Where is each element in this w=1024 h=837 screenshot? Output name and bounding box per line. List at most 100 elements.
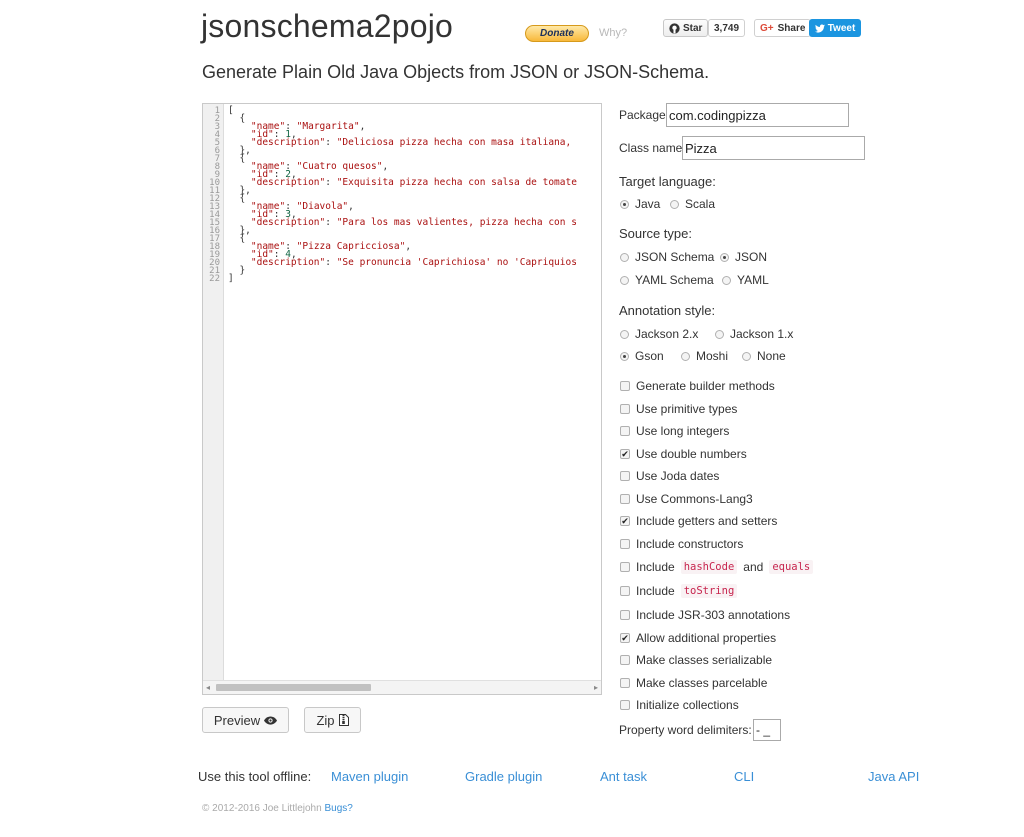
checkbox[interactable]: [620, 381, 630, 391]
checkbox[interactable]: [620, 610, 630, 620]
maven-plugin-link[interactable]: Maven plugin: [331, 769, 408, 784]
option-checkbox-row[interactable]: Make classes serializable: [620, 653, 772, 667]
code-line: },: [228, 145, 251, 156]
option-checkbox-row[interactable]: Include toString: [620, 584, 738, 598]
checkbox[interactable]: [620, 471, 630, 481]
checkbox-checked[interactable]: ✔: [620, 449, 630, 459]
radio-scala[interactable]: Scala: [670, 197, 715, 211]
cli-link[interactable]: CLI: [734, 769, 754, 784]
checkbox-checked[interactable]: ✔: [620, 516, 630, 526]
option-checkbox-row[interactable]: Include hashCode and equals: [620, 560, 814, 574]
github-icon: [669, 22, 680, 34]
option-checkbox-row[interactable]: Initialize collections: [620, 698, 739, 712]
option-checkbox-row[interactable]: ✔ Use double numbers: [620, 447, 747, 461]
google-plus-icon: G+: [760, 22, 774, 34]
checkbox[interactable]: [620, 539, 630, 549]
line-number: 6: [214, 146, 220, 156]
checkbox[interactable]: [620, 586, 630, 596]
radio-gson[interactable]: Gson: [620, 349, 664, 363]
checkbox-label: Use primitive types: [636, 402, 738, 416]
radio-java[interactable]: Java: [620, 197, 660, 211]
option-checkbox-row[interactable]: Use Joda dates: [620, 469, 719, 483]
radio-indicator[interactable]: [720, 252, 729, 262]
radio-yaml[interactable]: YAML: [722, 273, 769, 287]
zip-button[interactable]: Zip: [304, 707, 361, 733]
line-number: 2: [214, 114, 220, 124]
checkbox-label: Use Joda dates: [636, 469, 720, 483]
json-editor[interactable]: 1 2 3 4 5 6 7 8 9 10 11 12 13 14 15 16 17 18 19 20 21 22 [ { …: [202, 103, 602, 695]
preview-button[interactable]: Preview: [202, 707, 289, 733]
checkbox[interactable]: [620, 404, 630, 414]
radio-indicator[interactable]: [722, 275, 731, 285]
checkbox-label: Use double numbers: [636, 447, 747, 461]
radio-json[interactable]: JSON: [720, 250, 767, 264]
option-checkbox-row[interactable]: ✔ Allow additional properties: [620, 631, 776, 645]
page-title: jsonschema2pojo: [201, 8, 454, 44]
scrollbar-thumb[interactable]: [216, 684, 371, 691]
option-checkbox-row[interactable]: Generate builder methods: [620, 379, 775, 393]
checkbox-label: Make classes parcelable: [636, 676, 768, 690]
checkbox[interactable]: [620, 655, 630, 665]
radio-indicator[interactable]: [620, 329, 629, 339]
checkbox[interactable]: [620, 494, 630, 504]
donate-button[interactable]: Donate: [525, 25, 589, 42]
checkbox[interactable]: [620, 426, 630, 436]
radio-label: None: [757, 349, 786, 363]
java-api-link[interactable]: Java API: [868, 769, 919, 784]
github-star-button[interactable]: Star: [663, 19, 709, 37]
line-number: 3: [214, 122, 220, 132]
classname-input[interactable]: [682, 136, 865, 160]
option-checkbox-row[interactable]: ✔ Include getters and setters: [620, 514, 777, 528]
radio-jackson2[interactable]: Jackson 2.x: [620, 327, 698, 341]
editor-code-area[interactable]: [ { "name": "Margarita", "id": 1, "descr…: [228, 106, 601, 284]
radio-none[interactable]: None: [742, 349, 786, 363]
checkbox[interactable]: [620, 562, 630, 572]
checkbox-label: Use long integers: [636, 424, 730, 438]
checkbox[interactable]: [620, 678, 630, 688]
offline-label: Use this tool offline:: [198, 769, 312, 784]
ant-task-link[interactable]: Ant task: [600, 769, 647, 784]
line-number: 7: [214, 154, 220, 164]
tweet-button[interactable]: Tweet: [809, 19, 861, 37]
radio-indicator[interactable]: [670, 199, 679, 209]
delimiters-input[interactable]: [753, 719, 781, 741]
radio-json-schema[interactable]: JSON Schema: [620, 250, 714, 264]
checkbox[interactable]: [620, 700, 630, 710]
radio-yaml-schema[interactable]: YAML Schema: [620, 273, 714, 287]
checkbox-label: Make classes serializable: [636, 653, 773, 667]
radio-indicator[interactable]: [620, 199, 629, 209]
option-checkbox-row[interactable]: Include constructors: [620, 537, 743, 551]
source-type-heading: Source type:: [619, 226, 692, 241]
radio-indicator[interactable]: [681, 351, 690, 361]
checkbox-label-mid: and: [743, 560, 764, 574]
checkbox-checked[interactable]: ✔: [620, 633, 630, 643]
google-share-button[interactable]: G+ Share: [754, 19, 812, 37]
checkbox-label: Include: [636, 584, 675, 598]
package-label: Package: [619, 108, 666, 122]
radio-indicator[interactable]: [742, 351, 751, 361]
radio-indicator[interactable]: [715, 329, 724, 339]
copyright-text: © 2012-2016 Joe Littlejohn: [202, 803, 322, 814]
option-checkbox-row[interactable]: Use primitive types: [620, 402, 737, 416]
radio-indicator[interactable]: [620, 351, 629, 361]
why-link[interactable]: Why?: [599, 27, 627, 39]
radio-jackson1[interactable]: Jackson 1.x: [715, 327, 793, 341]
github-star-count[interactable]: 3,749: [708, 19, 746, 37]
radio-indicator[interactable]: [620, 275, 629, 285]
radio-label: YAML: [737, 273, 769, 287]
gradle-plugin-link[interactable]: Gradle plugin: [465, 769, 542, 784]
radio-moshi[interactable]: Moshi: [681, 349, 728, 363]
option-checkbox-row[interactable]: Make classes parcelable: [620, 676, 767, 690]
bugs-link[interactable]: Bugs?: [324, 803, 352, 814]
google-share-label: Share: [777, 22, 806, 34]
scroll-left-arrow-icon[interactable]: ◂: [206, 683, 210, 692]
radio-indicator[interactable]: [620, 252, 629, 262]
line-number: 4: [214, 130, 220, 140]
option-checkbox-row[interactable]: Use Commons-Lang3: [620, 492, 753, 506]
option-checkbox-row[interactable]: Include JSR-303 annotations: [620, 608, 790, 622]
option-checkbox-row[interactable]: Use long integers: [620, 424, 729, 438]
editor-horizontal-scrollbar[interactable]: ◂ ▸: [203, 680, 601, 694]
package-input[interactable]: [666, 103, 849, 127]
scroll-right-arrow-icon[interactable]: ▸: [594, 683, 598, 692]
radio-label: Jackson 1.x: [730, 327, 794, 341]
